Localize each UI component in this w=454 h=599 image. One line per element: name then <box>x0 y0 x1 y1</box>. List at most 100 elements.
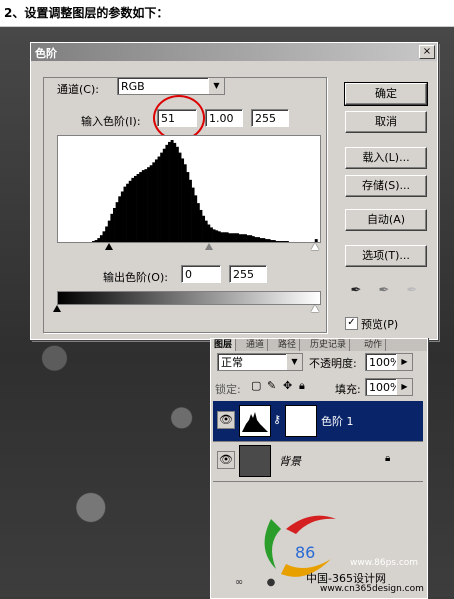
levels-adjustment-thumbnail <box>239 405 271 437</box>
black-point-slider[interactable] <box>105 243 113 250</box>
output-white-slider[interactable] <box>311 305 319 312</box>
histogram-bar <box>141 170 145 242</box>
histogram-bar <box>212 229 216 242</box>
white-point-slider[interactable] <box>311 243 319 250</box>
preview-checkbox[interactable]: ✓ <box>345 317 358 330</box>
histogram <box>57 135 321 243</box>
opacity-field[interactable]: 100% ▶ <box>365 353 413 371</box>
histogram-bar <box>220 232 224 242</box>
tab-history[interactable]: 历史记录 <box>307 339 351 351</box>
histogram-bar <box>257 237 261 242</box>
input-gamma-field[interactable]: 1.00 <box>205 109 243 127</box>
layer-row-levels[interactable]: 👁︎ ⚷ 色阶 1 <box>213 401 423 442</box>
lock-position-icon[interactable]: ✥ <box>283 379 292 392</box>
histogram-bar <box>225 232 229 242</box>
layer-name: 背景 <box>279 455 301 468</box>
white-eyedropper-icon[interactable]: ✒ <box>405 283 419 299</box>
dialog-title: 色阶 <box>35 47 57 60</box>
histogram-bar <box>168 141 171 242</box>
cancel-button[interactable]: 取消 <box>345 111 427 133</box>
fill-label: 填充: <box>335 383 361 396</box>
ok-button[interactable]: 确定 <box>344 82 428 106</box>
gray-eyedropper-icon[interactable]: ✒ <box>377 283 391 299</box>
close-icon[interactable]: × <box>419 45 435 59</box>
histogram-bar <box>99 235 103 242</box>
background-thumbnail <box>239 445 271 477</box>
output-black-slider[interactable] <box>53 305 61 312</box>
eye-icon[interactable]: 👁︎ <box>217 411 235 429</box>
tab-paths[interactable]: 路径 <box>275 339 301 351</box>
histogram-bar <box>131 177 135 242</box>
input-slider[interactable] <box>57 243 319 253</box>
histogram-bar <box>115 202 119 242</box>
preview-label: 预览(P) <box>361 318 399 331</box>
histogram-bar <box>230 233 234 242</box>
chevron-right-icon: ▶ <box>396 379 412 395</box>
blend-mode-select[interactable]: 正常 ▼ <box>217 353 303 371</box>
auto-button[interactable]: 自动(A) <box>345 209 427 231</box>
histogram-bar <box>144 169 148 242</box>
tab-layers[interactable]: 图层 <box>211 339 237 351</box>
histogram-bar <box>283 241 287 242</box>
chevron-down-icon: ▼ <box>208 78 224 94</box>
histogram-bar <box>280 241 284 242</box>
save-button[interactable]: 存储(S)... <box>345 175 427 197</box>
histogram-bar <box>215 230 219 242</box>
histogram-bar <box>267 239 271 242</box>
histogram-bar <box>228 233 232 242</box>
output-white-field[interactable]: 255 <box>229 265 267 283</box>
caption-text: 2、设置调整图层的参数如下： <box>4 6 169 20</box>
histogram-bar <box>194 195 198 242</box>
histogram-bar <box>149 165 153 242</box>
load-button[interactable]: 载入(L)... <box>345 147 427 169</box>
histogram-plot <box>92 140 318 242</box>
output-slider[interactable] <box>53 305 319 315</box>
layers-tabs: 图层 通道 路径 历史记录 动作 <box>211 339 427 351</box>
layer-mask-thumbnail <box>285 405 317 437</box>
fill-field[interactable]: 100% ▶ <box>365 378 413 396</box>
black-eyedropper-icon[interactable]: ✒ <box>349 283 363 299</box>
watermark-small-url: www.86ps.com <box>350 558 419 568</box>
histogram-bar <box>120 191 124 242</box>
histogram-bar <box>191 187 195 242</box>
input-white-field[interactable]: 255 <box>251 109 289 127</box>
eye-icon[interactable]: 👁︎ <box>217 451 235 469</box>
histogram-bar <box>259 238 263 242</box>
histogram-bar <box>314 239 318 242</box>
histogram-bar <box>202 215 206 242</box>
histogram-bar <box>233 233 237 242</box>
histogram-bar <box>204 220 208 242</box>
lock-all-icon[interactable]: 🔒︎ <box>299 379 305 393</box>
histogram-bar <box>139 172 143 242</box>
histogram-bar <box>238 234 242 242</box>
histogram-bar <box>97 238 101 242</box>
histogram-bar <box>113 208 116 242</box>
lock-pixels-icon[interactable]: ✎ <box>267 379 276 392</box>
histogram-bar <box>128 180 132 242</box>
layer-row-background[interactable]: 👁︎ 背景 🔒︎ <box>213 441 423 482</box>
histogram-bar <box>107 220 111 242</box>
gamma-slider[interactable] <box>205 243 213 250</box>
histogram-bar <box>136 174 140 242</box>
layer-style-icon[interactable]: ● <box>251 575 291 591</box>
histogram-bar <box>123 186 127 242</box>
caption-bar: 2、设置调整图层的参数如下： <box>0 0 454 27</box>
histogram-bar <box>102 231 106 242</box>
chevron-right-icon: ▶ <box>396 354 412 370</box>
histogram-bar <box>199 209 203 242</box>
tab-actions[interactable]: 动作 <box>361 339 387 351</box>
tab-channels[interactable]: 通道 <box>243 339 269 351</box>
histogram-bar <box>147 167 150 242</box>
options-button[interactable]: 选项(T)... <box>345 245 427 267</box>
output-black-field[interactable]: 0 <box>181 265 221 283</box>
histogram-bar <box>270 240 274 242</box>
channel-select[interactable]: RGB ▼ <box>117 77 225 95</box>
lock-transparency-icon[interactable]: ▢ <box>251 379 261 392</box>
histogram-bar <box>251 236 255 242</box>
histogram-bar <box>157 156 161 242</box>
input-levels-label: 输入色阶(I): <box>81 115 141 128</box>
dialog-titlebar[interactable]: 色阶 × <box>31 43 437 61</box>
layer-name: 色阶 1 <box>321 415 354 428</box>
histogram-bar <box>189 179 192 242</box>
histogram-bar <box>272 240 276 242</box>
